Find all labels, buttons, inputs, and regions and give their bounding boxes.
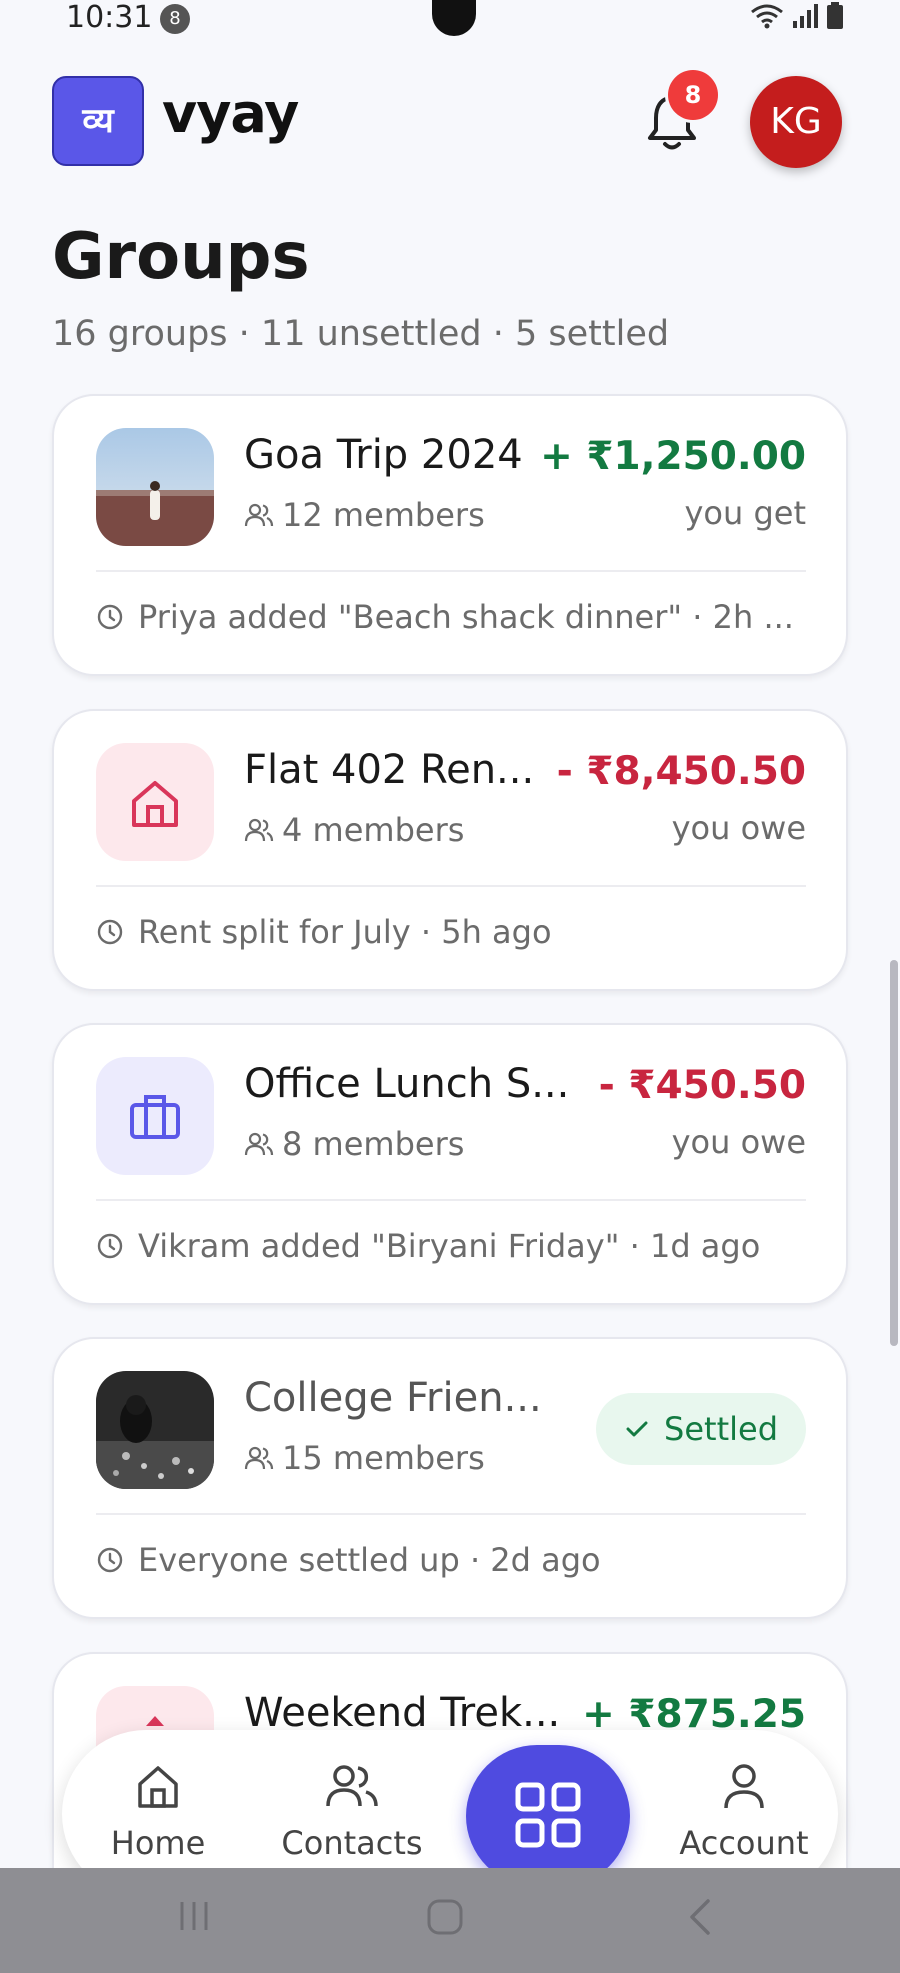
status-bar: 10:31 8 xyxy=(0,0,900,36)
group-name: Office Lunch S... xyxy=(244,1061,570,1107)
system-nav-bar xyxy=(0,1868,900,1973)
groups-fab-button[interactable] xyxy=(466,1745,630,1887)
home-icon xyxy=(132,781,178,827)
last-activity-text: Rent split for July · 5h ago xyxy=(138,913,552,951)
member-count: 4 members xyxy=(244,811,464,849)
clock-icon xyxy=(97,919,123,945)
signal-icon xyxy=(793,4,818,28)
last-activity-text: Everyone settled up · 2d ago xyxy=(138,1541,601,1579)
divider xyxy=(96,885,806,887)
group-name: Flat 402 Ren... xyxy=(244,747,535,793)
last-activity: Vikram added "Biryani Friday" · 1d ago xyxy=(96,1227,760,1265)
home-icon xyxy=(138,1766,178,1808)
briefcase-icon xyxy=(130,1095,180,1139)
nav-contacts[interactable]: Contacts xyxy=(272,1758,432,1862)
balance-caption: you owe xyxy=(671,809,806,847)
member-count: 15 members xyxy=(244,1439,485,1477)
settled-badge: Settled xyxy=(596,1393,806,1465)
home-system-icon[interactable] xyxy=(426,1898,464,1936)
last-activity-text: Vikram added "Biryani Friday" · 1d ago xyxy=(138,1227,761,1265)
page-title: Groups xyxy=(52,220,310,294)
group-card-college-friends[interactable]: College Frien... 15 members Settled Ever… xyxy=(52,1337,848,1619)
nav-home[interactable]: Home xyxy=(78,1758,238,1862)
battery-icon xyxy=(827,2,843,29)
group-card-flat-402[interactable]: Flat 402 Ren... 4 members - ₹8,450.50 yo… xyxy=(52,709,848,991)
settled-label: Settled xyxy=(664,1410,778,1448)
member-count: 12 members xyxy=(244,496,485,534)
users-icon xyxy=(244,1132,274,1156)
status-time: 10:31 xyxy=(66,0,153,35)
balance-amount: - ₹8,450.50 xyxy=(556,749,806,794)
avatar[interactable]: KG xyxy=(750,76,842,168)
notification-count-badge: 8 xyxy=(668,70,718,120)
users-icon xyxy=(244,503,274,527)
member-count: 8 members xyxy=(244,1125,464,1163)
recents-icon[interactable] xyxy=(176,1898,212,1934)
divider xyxy=(96,570,806,572)
last-activity: Everyone settled up · 2d ago xyxy=(96,1541,601,1579)
status-icons xyxy=(750,2,844,30)
clock-icon xyxy=(97,1547,123,1573)
users-icon xyxy=(244,818,274,842)
clock-icon xyxy=(97,1233,123,1259)
group-card-goa-trip[interactable]: Goa Trip 2024 12 members + ₹1,250.00 you… xyxy=(52,394,848,676)
balance-amount: + ₹1,250.00 xyxy=(540,434,806,479)
last-activity: Priya added "Beach shack dinner" · 2h ..… xyxy=(96,598,794,636)
check-icon xyxy=(626,1421,648,1437)
group-photo-beach xyxy=(96,428,214,546)
wifi-icon xyxy=(751,4,783,29)
scrollbar[interactable] xyxy=(890,960,898,1346)
app-name: vyay xyxy=(162,82,299,145)
nav-account-label: Account xyxy=(679,1824,809,1862)
balance-caption: you owe xyxy=(671,1123,806,1161)
nav-contacts-label: Contacts xyxy=(281,1824,423,1862)
member-count-label: 12 members xyxy=(282,496,485,534)
group-photo-group xyxy=(96,1371,214,1489)
nav-home-label: Home xyxy=(110,1824,206,1862)
app-logo: व्य xyxy=(52,76,144,166)
balance-caption: you get xyxy=(684,494,806,532)
grid-icon xyxy=(515,1782,581,1848)
back-icon[interactable] xyxy=(684,1898,714,1936)
divider xyxy=(96,1513,806,1515)
group-name: Goa Trip 2024 xyxy=(244,432,523,478)
nav-account[interactable]: Account xyxy=(664,1758,824,1862)
last-activity-text: Priya added "Beach shack dinner" · 2h ..… xyxy=(138,598,794,636)
member-count-label: 15 members xyxy=(282,1439,485,1477)
status-notification-badge: 8 xyxy=(160,4,190,34)
group-name: College Frien... xyxy=(244,1375,542,1421)
contacts-icon xyxy=(326,1765,378,1807)
member-count-label: 4 members xyxy=(282,811,465,849)
group-card-office-lunch[interactable]: Office Lunch S... 8 members - ₹450.50 yo… xyxy=(52,1023,848,1305)
group-icon-home xyxy=(96,743,214,861)
divider xyxy=(96,1199,806,1201)
group-icon-work xyxy=(96,1057,214,1175)
balance-amount: - ₹450.50 xyxy=(598,1063,806,1108)
member-count-label: 8 members xyxy=(282,1125,465,1163)
users-icon xyxy=(244,1446,274,1470)
camera-cutout xyxy=(432,0,476,36)
clock-icon xyxy=(97,604,123,630)
page-subtitle: 16 groups · 11 unsettled · 5 settled xyxy=(52,314,670,354)
account-icon xyxy=(724,1764,764,1809)
last-activity: Rent split for July · 5h ago xyxy=(96,913,552,951)
